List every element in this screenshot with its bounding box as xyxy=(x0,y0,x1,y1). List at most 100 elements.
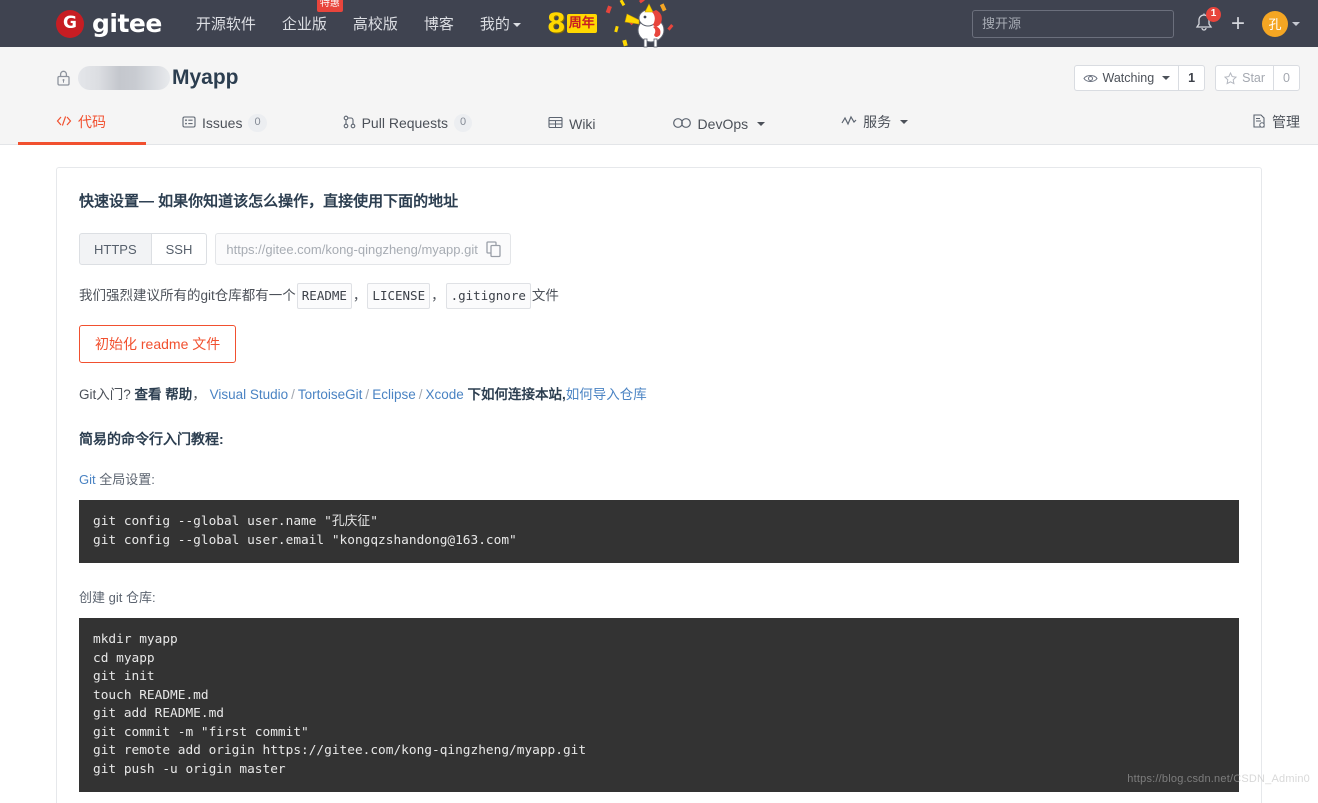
recommend-prefix: 我们强烈建议所有的git仓库都有一个 xyxy=(79,288,296,303)
protocol-ssh-button[interactable]: SSH xyxy=(152,233,208,265)
nav-item-enterprise[interactable]: 特惠 企业版 xyxy=(282,9,327,38)
tab-count: 0 xyxy=(454,114,472,132)
comma-1: ， xyxy=(353,288,367,303)
eclipse-link[interactable]: Eclipse xyxy=(372,387,416,402)
recommend-files-line: 我们强烈建议所有的git仓库都有一个README，LICENSE，.gitign… xyxy=(79,283,1239,309)
gitee-repository-page: G gitee 开源软件 特惠 企业版 高校版 博客 我的 8 周年 xyxy=(0,0,1318,803)
tortoisegit-link[interactable]: TortoiseGit xyxy=(298,387,363,402)
notifications-button[interactable]: 1 xyxy=(1194,12,1214,36)
tab-label: 服务 xyxy=(863,112,891,132)
clone-url-field[interactable]: https://gitee.com/kong-qingzheng/myapp.g… xyxy=(215,233,511,265)
issue-icon xyxy=(182,115,196,132)
repository-tabs: 代码 Issues 0 xyxy=(56,99,1300,144)
repository-actions: Watching 1 Star 0 xyxy=(1074,65,1301,91)
separator: / xyxy=(365,387,369,402)
chevron-down-icon xyxy=(900,120,908,124)
file-tag-gitignore: .gitignore xyxy=(446,283,531,309)
gitee-logo-icon: G xyxy=(56,10,84,38)
tab-devops[interactable]: DevOps xyxy=(672,116,766,144)
anniversary-label: 周年 xyxy=(567,14,597,32)
connect-site-text: 下如何连接本站, xyxy=(468,387,566,402)
tutorial-title: 简易的命令行入门教程: xyxy=(79,429,1239,449)
eye-icon xyxy=(1083,73,1098,84)
label-rest: 全局设置: xyxy=(96,472,155,487)
nav-promo-badge: 特惠 xyxy=(317,0,343,12)
tab-manage[interactable]: 管理 xyxy=(1252,112,1300,144)
nav-item-label: 开源软件 xyxy=(196,16,256,33)
create-new-button[interactable]: + xyxy=(1231,12,1245,36)
notification-count-badge: 1 xyxy=(1206,7,1221,22)
nav-item-blog[interactable]: 博客 xyxy=(424,9,454,38)
git-help-line: Git入门? 查看 帮助， Visual Studio/TortoiseGit/… xyxy=(79,383,1239,403)
tab-issues[interactable]: Issues 0 xyxy=(182,114,267,144)
watch-button[interactable]: Watching xyxy=(1074,65,1179,91)
help-link[interactable]: 帮助 xyxy=(165,387,192,402)
file-tag-license: LICENSE xyxy=(367,283,430,309)
protocol-https-button[interactable]: HTTPS xyxy=(79,233,152,265)
nav-item-mine[interactable]: 我的 xyxy=(480,9,521,38)
file-tag-readme: README xyxy=(297,283,352,309)
service-icon xyxy=(841,114,857,130)
star-count[interactable]: 0 xyxy=(1273,65,1300,91)
visual-studio-link[interactable]: Visual Studio xyxy=(210,387,289,402)
user-menu[interactable]: 孔 xyxy=(1262,11,1300,37)
search-input[interactable] xyxy=(972,10,1174,38)
comma-2: ， xyxy=(431,288,445,303)
anniversary-number: 8 xyxy=(547,10,566,37)
nav-item-label: 博客 xyxy=(424,16,454,33)
import-repo-link[interactable]: 如何导入仓库 xyxy=(566,387,647,402)
nav-item-label: 我的 xyxy=(480,16,510,33)
nav-item-label: 企业版 xyxy=(282,16,327,33)
lock-icon xyxy=(56,69,71,87)
star-button-group: Star 0 xyxy=(1215,65,1300,91)
code-icon xyxy=(56,114,72,130)
tab-pull-requests[interactable]: Pull Requests 0 xyxy=(343,114,473,144)
copy-icon[interactable] xyxy=(486,241,502,258)
git-intro-text: Git入门? xyxy=(79,387,131,402)
top-navigation-bar: G gitee 开源软件 特惠 企业版 高校版 博客 我的 8 周年 xyxy=(0,0,1318,47)
watch-count[interactable]: 1 xyxy=(1178,65,1205,91)
gitee-logo[interactable]: G gitee xyxy=(56,9,162,38)
label-rest: git 仓库: xyxy=(105,590,156,605)
quick-setup-card: 快速设置— 如果你知道该怎么操作，直接使用下面的地址 HTTPS SSH htt… xyxy=(56,167,1262,803)
quick-setup-heading: 快速设置— 如果你知道该怎么操作，直接使用下面的地址 xyxy=(79,190,1239,211)
tutorial-section-label-1: 创建 git 仓库: xyxy=(79,587,1239,606)
protocol-toggle: HTTPS SSH xyxy=(79,233,207,265)
chevron-down-icon xyxy=(1162,76,1170,80)
separator: / xyxy=(291,387,295,402)
code-block-global-config: git config --global user.name "孔庆征" git … xyxy=(79,500,1239,563)
code-block-create-repo: mkdir myapp cd myapp git init touch READ… xyxy=(79,618,1239,792)
anniversary-banner[interactable]: 8 周年 xyxy=(547,0,677,47)
tab-label: 管理 xyxy=(1272,112,1300,132)
chevron-down-icon xyxy=(513,23,521,27)
tab-count: 0 xyxy=(248,114,266,132)
separator: / xyxy=(419,387,423,402)
tab-label: Wiki xyxy=(569,116,595,132)
init-readme-button[interactable]: 初始化 readme 文件 xyxy=(79,325,236,363)
pull-request-icon xyxy=(343,115,356,132)
devops-icon xyxy=(672,116,692,132)
unicorn-mascot-icon xyxy=(601,0,677,47)
chevron-down-icon xyxy=(1292,22,1300,26)
star-label: Star xyxy=(1242,71,1265,85)
tab-code[interactable]: 代码 xyxy=(56,112,106,144)
tab-wiki[interactable]: Wiki xyxy=(548,116,595,144)
main-content: 快速设置— 如果你知道该怎么操作，直接使用下面的地址 HTTPS SSH htt… xyxy=(0,145,1318,803)
nav-right-actions: 1 + 孔 xyxy=(1194,11,1300,37)
gitee-logo-text: gitee xyxy=(92,9,162,38)
tab-service[interactable]: 服务 xyxy=(841,112,908,144)
repository-name[interactable]: Myapp xyxy=(172,66,239,90)
nav-item-university[interactable]: 高校版 xyxy=(353,9,398,38)
chevron-down-icon xyxy=(757,122,765,126)
tab-label: Issues xyxy=(202,115,242,131)
view-text: 查看 xyxy=(135,387,162,402)
clone-url-text: https://gitee.com/kong-qingzheng/myapp.g… xyxy=(226,242,486,257)
nav-item-open-source[interactable]: 开源软件 xyxy=(196,9,256,38)
xcode-link[interactable]: Xcode xyxy=(425,387,463,402)
watch-label: Watching xyxy=(1103,71,1155,85)
primary-nav-items: 开源软件 特惠 企业版 高校版 博客 我的 xyxy=(196,9,521,38)
recommend-suffix: 文件 xyxy=(532,288,559,303)
label-prefix: Git xyxy=(79,472,96,487)
nav-item-label: 高校版 xyxy=(353,16,398,33)
star-button[interactable]: Star xyxy=(1215,65,1273,91)
